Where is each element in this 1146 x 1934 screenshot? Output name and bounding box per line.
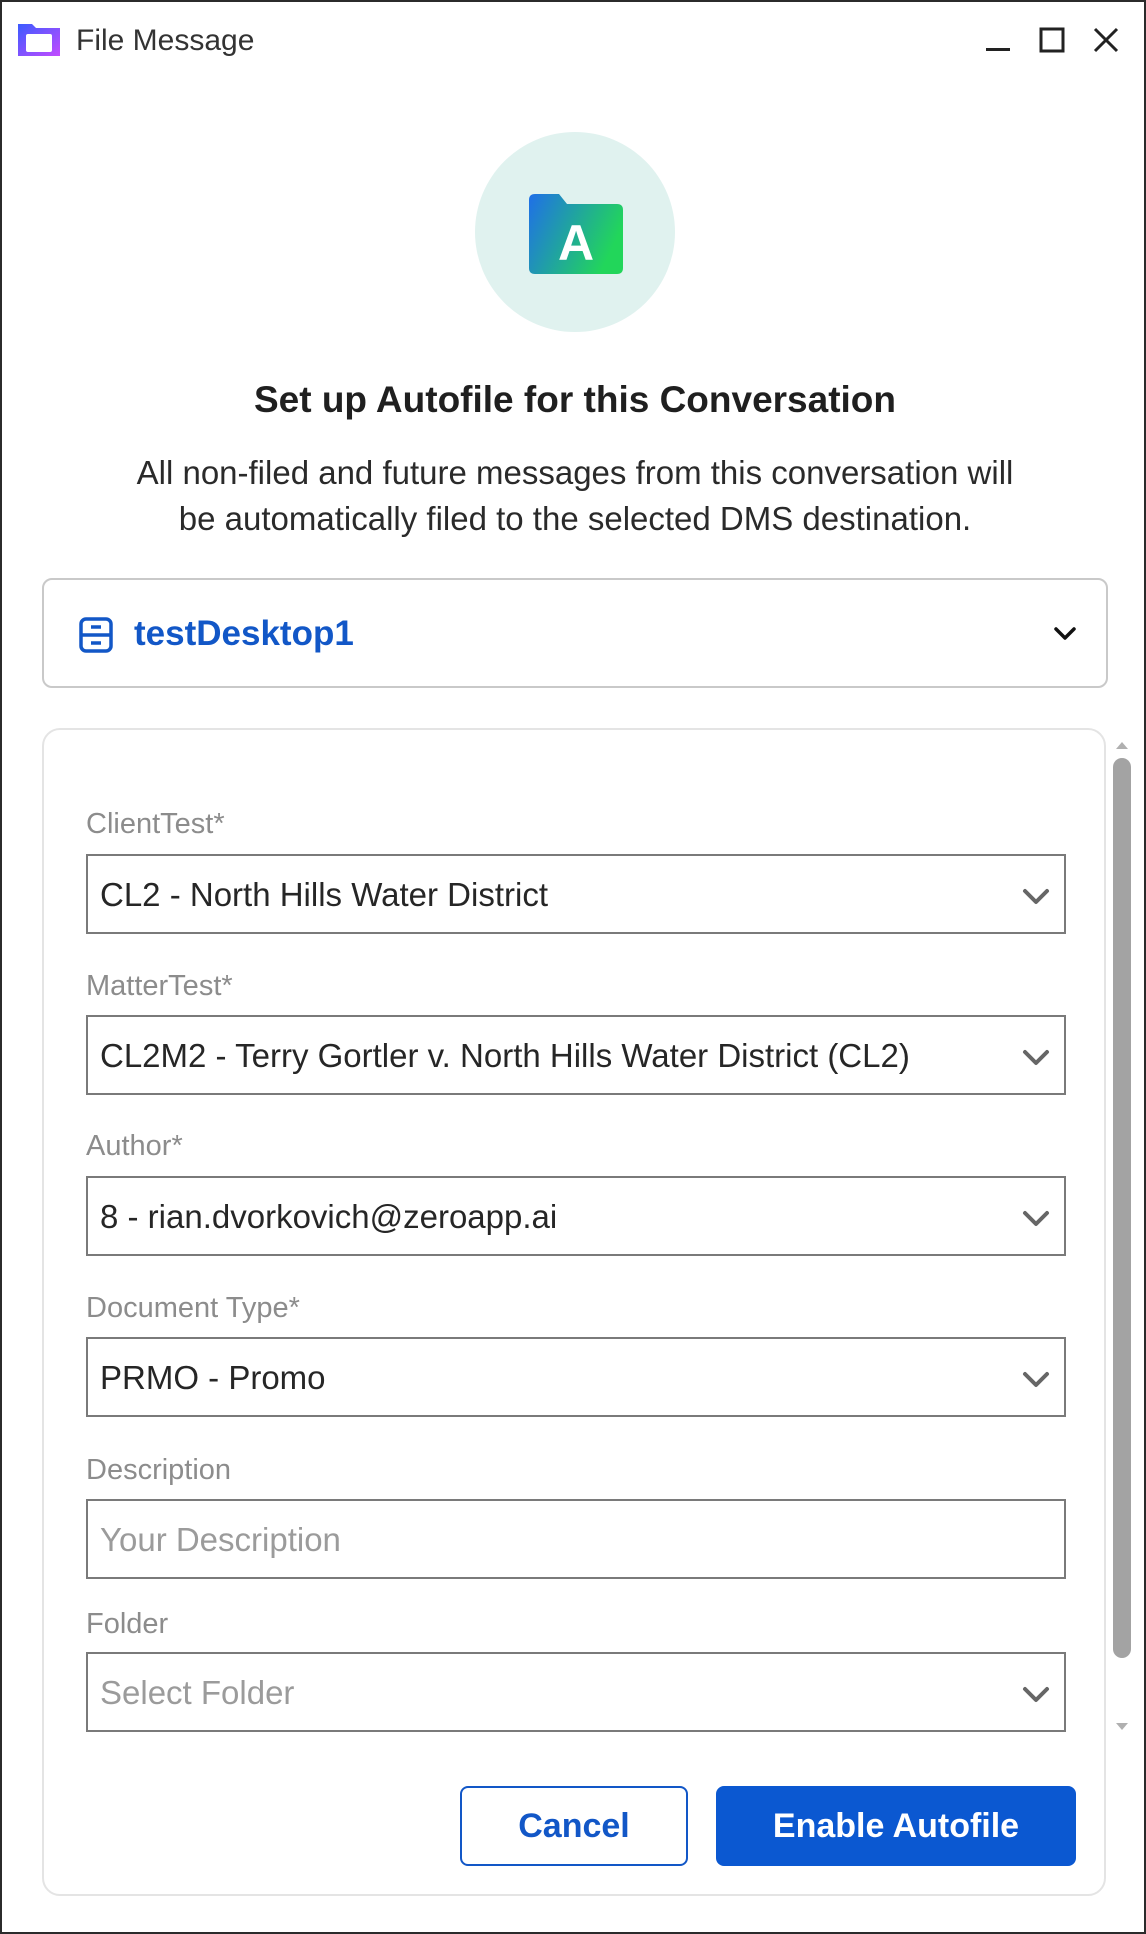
dms-destination-select[interactable]: testDesktop1: [42, 578, 1108, 688]
app-logo-icon: [18, 24, 60, 56]
maximize-button[interactable]: [1028, 16, 1076, 64]
window-title: File Message: [76, 24, 255, 57]
document-type-value: PRMO - Promo: [100, 1359, 326, 1396]
document-type-label: Document Type*: [86, 1292, 300, 1324]
dms-destination-label: testDesktop1: [134, 614, 354, 653]
chevron-down-icon: [1023, 1687, 1049, 1702]
close-icon: [1093, 27, 1119, 53]
folder-label: Folder: [86, 1608, 169, 1640]
description-label: Description: [86, 1454, 232, 1486]
cancel-button[interactable]: Cancel: [460, 1786, 688, 1866]
scrollbar-thumb[interactable]: [1113, 758, 1131, 1658]
client-label: ClientTest*: [86, 808, 225, 840]
title-bar: File Message: [2, 2, 1144, 80]
description-placeholder: Your Description: [100, 1521, 341, 1558]
enable-autofile-button[interactable]: Enable Autofile: [716, 1786, 1076, 1866]
author-label: Author*: [86, 1130, 183, 1162]
folder-select[interactable]: Select Folder: [86, 1652, 1066, 1732]
chevron-down-icon: [1023, 1372, 1049, 1387]
matter-value: CL2M2 - Terry Gortler v. North Hills Wat…: [100, 1037, 910, 1074]
page-description: All non-filed and future messages from t…: [62, 450, 1088, 542]
client-select[interactable]: CL2 - North Hills Water District: [86, 854, 1066, 934]
autofile-form-panel: ClientTest* CL2 - North Hills Water Dist…: [42, 728, 1106, 1896]
chevron-down-icon: [1054, 627, 1076, 640]
description-line-2: be automatically filed to the selected D…: [178, 500, 972, 537]
autofile-folder-icon: A: [529, 194, 623, 274]
scroll-up-arrow-icon[interactable]: [1113, 738, 1131, 752]
description-input[interactable]: Your Description: [86, 1499, 1066, 1579]
maximize-icon: [1039, 27, 1065, 53]
folder-placeholder: Select Folder: [100, 1674, 295, 1711]
matter-label: MatterTest*: [86, 970, 233, 1002]
file-message-window: File Message A Set up Autofile for this …: [0, 0, 1146, 1934]
matter-select[interactable]: CL2M2 - Terry Gortler v. North Hills Wat…: [86, 1015, 1066, 1095]
client-value: CL2 - North Hills Water District: [100, 876, 548, 913]
chevron-down-icon: [1023, 1050, 1049, 1065]
server-icon: [79, 617, 113, 653]
chevron-down-icon: [1023, 889, 1049, 904]
document-type-select[interactable]: PRMO - Promo: [86, 1337, 1066, 1417]
scroll-down-arrow-icon[interactable]: [1113, 1720, 1131, 1734]
minimize-icon: [986, 48, 1010, 51]
author-select[interactable]: 8 - rian.dvorkovich@zeroapp.ai: [86, 1176, 1066, 1256]
description-line-1: All non-filed and future messages from t…: [136, 454, 1014, 491]
minimize-button[interactable]: [974, 16, 1022, 64]
author-value: 8 - rian.dvorkovich@zeroapp.ai: [100, 1198, 558, 1235]
page-title: Set up Autofile for this Conversation: [253, 379, 897, 420]
autofile-icon-letter: A: [558, 215, 594, 271]
hero-badge: A: [475, 132, 675, 332]
close-button[interactable]: [1082, 16, 1130, 64]
chevron-down-icon: [1023, 1211, 1049, 1226]
